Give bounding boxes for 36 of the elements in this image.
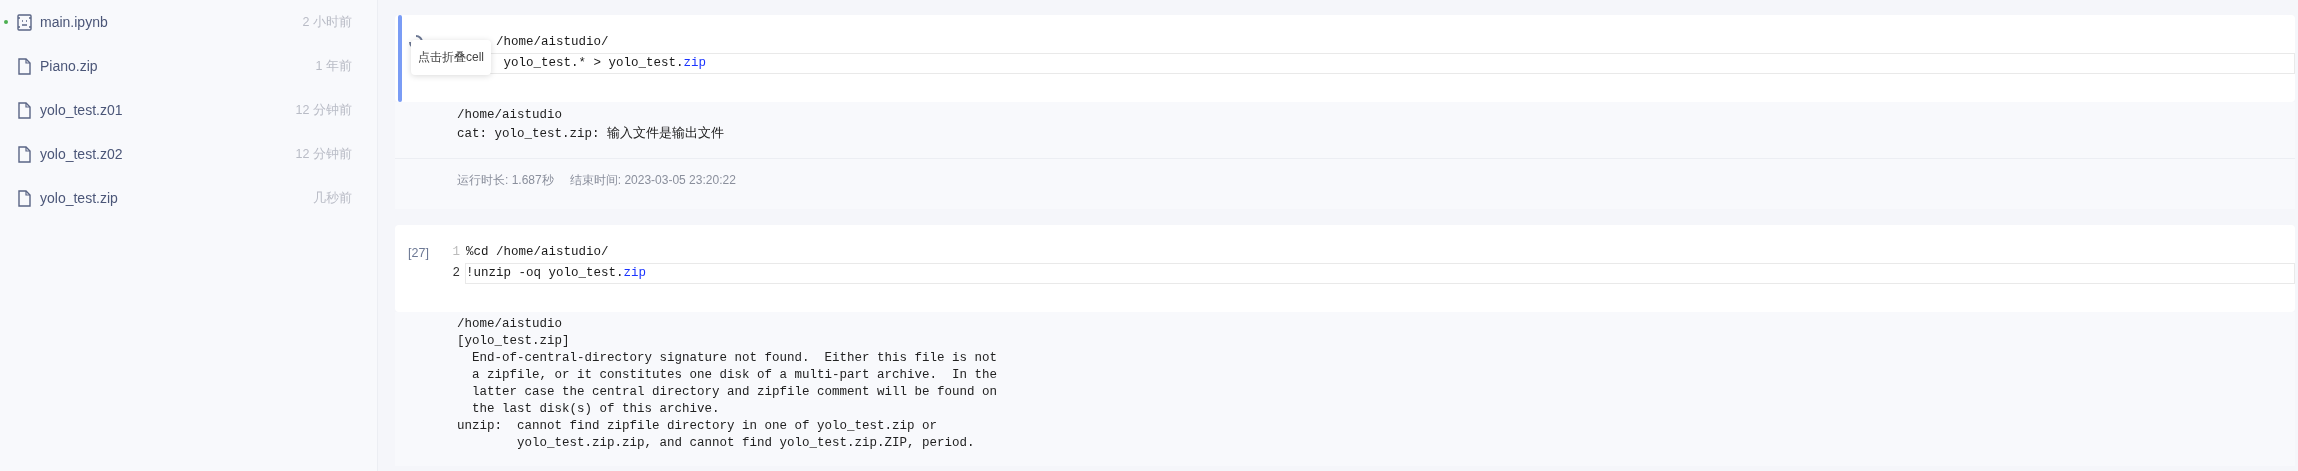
file-name[interactable]: Piano.zip (40, 58, 316, 74)
output-line: cat: yolo_test.zip: 输入文件是输出文件 (457, 125, 726, 143)
notebook-icon (17, 13, 32, 31)
end-time-text: 结束时间: 2023-03-05 23:20:22 (569, 172, 736, 189)
output-line: /home/aistudio (457, 107, 564, 124)
file-time: 12 分钟前 (295, 101, 352, 119)
file-name[interactable]: main.ipynb (40, 14, 303, 30)
file-icon (17, 189, 32, 207)
file-name[interactable]: yolo_test.z01 (40, 102, 296, 118)
file-time: 12 分钟前 (295, 145, 352, 163)
execution-count: [27] (408, 246, 429, 260)
file-time: 2 小时前 (302, 13, 352, 31)
output-line: yolo_test.zip.zip, and cannot find yolo_test.zip.ZIP, period. (516, 435, 976, 452)
file-name[interactable]: yolo_test.zip (40, 190, 313, 206)
file-icon (17, 57, 32, 75)
output-line: End-of-central-directory signature not found. Either this file is not (471, 350, 999, 367)
code-cell[interactable]: [27] 1 2 %cd /home/aistudio/ !unzip -oq yolo_test.zip (395, 225, 2295, 312)
file-name[interactable]: yolo_test.z02 (40, 146, 296, 162)
file-time: 几秒前 (313, 189, 352, 207)
file-time: 1 年前 (315, 57, 352, 75)
code-line: /home/aistudio/ (496, 35, 609, 49)
file-icon (17, 145, 32, 163)
code-line: %cd /home/aistudio/ (466, 245, 609, 259)
output-line: /home/aistudio (457, 316, 564, 333)
line-number: 2 (452, 266, 460, 280)
code-line: yolo_test.* > yolo_test.zip (503, 56, 707, 70)
output-line: a zipfile, or it constitutes one disk of a multi-part archive. In the (471, 367, 999, 384)
tooltip: 点击折叠cell (411, 40, 491, 75)
output-line: unzip: cannot find zipfile directory in one of yolo_test.zip or (457, 418, 939, 435)
file-icon (17, 101, 32, 119)
output-line: the last disk(s) of this archive. (471, 401, 721, 418)
code-line: !unzip -oq yolo_test.zip (466, 266, 647, 280)
duration-text: 运行时长: 1.687秒 (457, 172, 554, 189)
line-number: 1 (452, 245, 460, 259)
output-line: latter case the central directory and zipfile comment will be found on (471, 384, 999, 401)
output-line: [yolo_test.zip] (457, 333, 571, 350)
